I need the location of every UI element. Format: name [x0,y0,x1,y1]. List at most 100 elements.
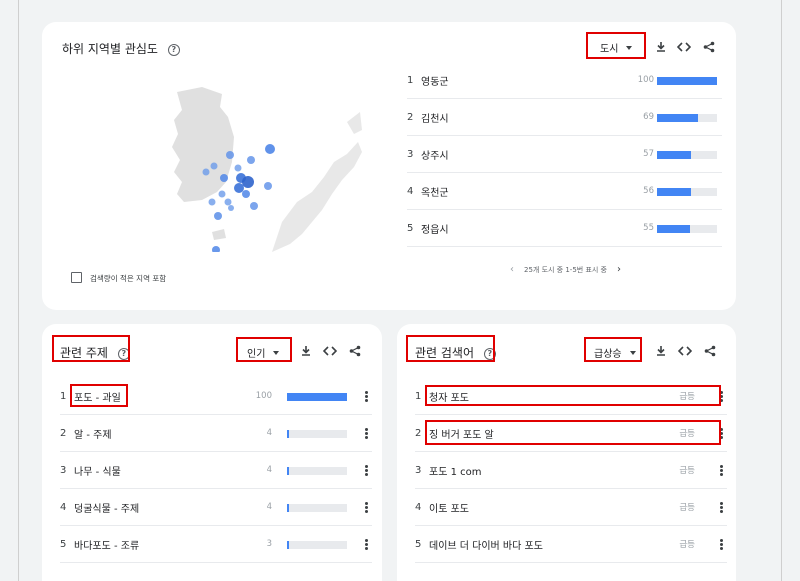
highlight-box [586,32,646,59]
item-label[interactable]: 상주시 [421,147,449,162]
bar-track [657,224,717,233]
region-title-text: 하위 지역별 관심도 [62,42,158,56]
share-icon[interactable] [702,343,718,359]
item-value: 4 [266,465,272,475]
bar-track [287,503,347,512]
list-item[interactable]: 5 정읍시 55 [407,210,722,247]
rank-number: 3 [407,148,414,160]
bar-fill [657,76,717,85]
rank-number: 5 [60,538,67,550]
item-label[interactable]: 영동군 [421,73,449,88]
low-volume-checkbox[interactable] [71,272,82,283]
rank-number: 4 [415,501,422,513]
chevron-right-icon[interactable]: › [617,264,621,275]
item-value: 100 [255,391,272,401]
bar-track [657,150,717,159]
item-value: 급등 [679,503,695,513]
related-queries-card: 관련 검색어 ? 급상승 1 청자 포도 급등 2 징 버거 포도 알 급등 3 포도 1 c… [397,324,736,581]
item-label[interactable]: 나무 - 식물 [74,463,121,478]
bar-fill [657,187,691,196]
bar-fill [287,429,290,438]
item-label[interactable]: 김천시 [421,110,449,125]
more-vert-icon[interactable] [365,538,368,551]
help-icon[interactable]: ? [167,44,180,56]
bar-track [287,429,347,438]
list-item[interactable]: 1 영동군 100 [407,62,722,99]
list-item[interactable]: 3 상주시 57 [407,136,722,173]
list-item[interactable]: 2 김천시 69 [407,99,722,136]
embed-code-icon[interactable] [677,343,693,359]
list-item[interactable]: 5 바다포도 - 조류 3 [60,526,372,563]
bar-fill [287,392,347,401]
rank-number: 4 [60,501,67,513]
rank-number: 5 [415,538,422,550]
bar-track [657,113,717,122]
region-pager: ‹ 25개 도시 중 1-5번 표시 중 › [510,264,621,275]
download-icon[interactable] [653,39,669,55]
list-item[interactable]: 5 데이브 더 다이버 바다 포도 급등 [415,526,727,563]
rank-number: 1 [407,74,414,86]
rank-number: 2 [407,111,414,123]
chevron-left-icon[interactable]: ‹ [510,264,514,275]
region-card-title: 하위 지역별 관심도 ? [62,40,180,57]
bar-track [657,76,717,85]
highlight-box [425,420,721,445]
bar-fill [287,466,290,475]
item-value: 56 [643,186,654,196]
item-label[interactable]: 바다포도 - 조류 [74,537,139,552]
list-item[interactable]: 4 이토 포도 급등 [415,489,727,526]
rank-number: 4 [407,185,414,197]
item-label[interactable]: 포도 1 com [429,463,481,478]
highlight-box [584,337,642,362]
item-value: 69 [643,112,654,122]
rank-number: 3 [60,464,67,476]
korea-map[interactable] [162,82,362,252]
bar-fill [657,113,699,122]
bar-track [287,466,347,475]
more-vert-icon[interactable] [365,501,368,514]
rank-number: 2 [60,427,67,439]
bar-track [287,392,347,401]
item-label[interactable]: 정읍시 [421,221,449,236]
share-icon[interactable] [701,39,717,55]
bar-track [657,187,717,196]
list-item[interactable]: 3 포도 1 com 급등 [415,452,727,489]
related-topics-card: 관련 주제 ? 인기 1 포도 - 과일 100 2 알 - 주제 4 3 나무 - 식물 4 4… [42,324,382,581]
item-value: 3 [266,539,272,549]
embed-code-icon[interactable] [322,343,338,359]
more-vert-icon[interactable] [365,427,368,440]
item-label[interactable]: 알 - 주제 [74,426,112,441]
item-label[interactable]: 데이브 더 다이버 바다 포도 [429,537,543,552]
highlight-box [236,337,292,362]
more-vert-icon[interactable] [365,464,368,477]
bar-fill [657,224,690,233]
item-label[interactable]: 옥천군 [421,184,449,199]
item-value: 100 [637,75,654,85]
item-value: 57 [643,149,654,159]
region-interest-card: 하위 지역별 관심도 ? 도시 검색량이 적은 지역 포함 1 영동군 100 … [42,22,736,310]
item-value: 55 [643,223,654,233]
embed-code-icon[interactable] [676,39,692,55]
item-value: 4 [266,502,272,512]
bar-fill [287,540,289,549]
more-vert-icon[interactable] [720,501,723,514]
list-item[interactable]: 2 알 - 주제 4 [60,415,372,452]
download-icon[interactable] [298,343,314,359]
rank-number: 3 [415,464,422,476]
highlight-box [70,384,128,407]
share-icon[interactable] [347,343,363,359]
download-icon[interactable] [653,343,669,359]
list-item[interactable]: 4 덩굴식물 - 주제 4 [60,489,372,526]
item-value: 급등 [679,540,695,550]
more-vert-icon[interactable] [720,538,723,551]
item-label[interactable]: 이토 포도 [429,500,469,515]
region-pager-text: 25개 도시 중 1-5번 표시 중 [524,265,607,274]
highlight-box [425,385,721,406]
bar-fill [657,150,692,159]
more-vert-icon[interactable] [720,464,723,477]
list-item[interactable]: 3 나무 - 식물 4 [60,452,372,489]
highlight-box [52,335,130,362]
list-item[interactable]: 4 옥천군 56 [407,173,722,210]
more-vert-icon[interactable] [365,390,368,403]
item-label[interactable]: 덩굴식물 - 주제 [74,500,139,515]
